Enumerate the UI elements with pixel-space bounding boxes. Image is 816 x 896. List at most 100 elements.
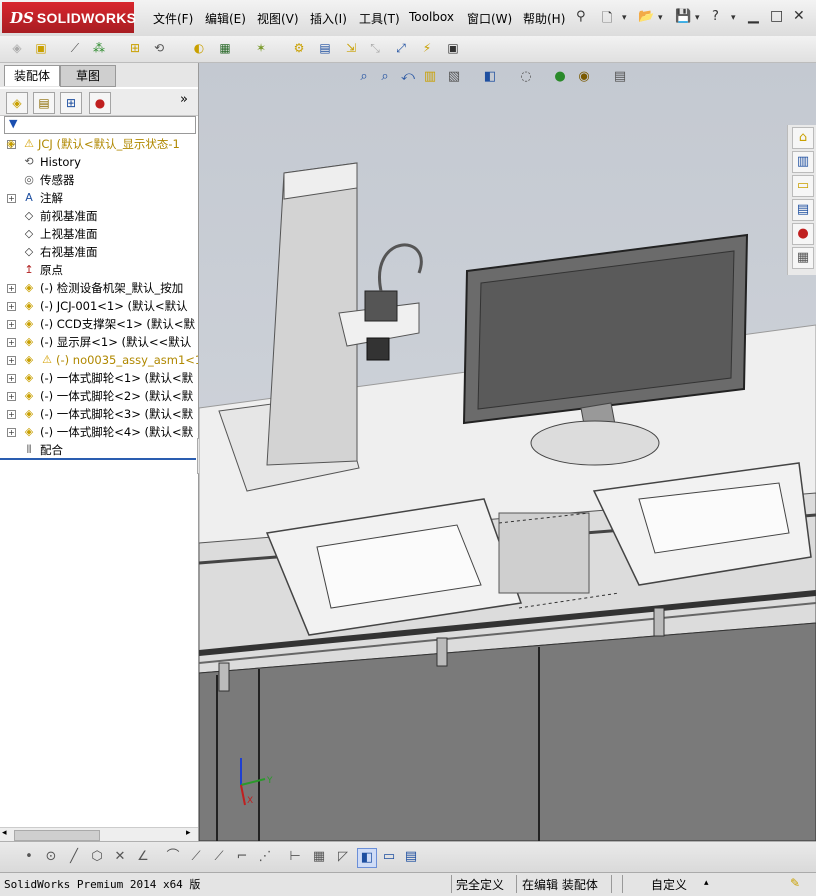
trim-icon[interactable]: ✕ [111, 848, 129, 866]
tab-assembly[interactable]: 装配体 [4, 65, 60, 86]
expand-toggle-icon[interactable]: + [7, 410, 16, 419]
tree-item[interactable]: + ◈ ⚠ (-) no0035_assy_asm1<1> [0, 351, 198, 369]
file-explorer-icon[interactable]: ▭ [792, 175, 814, 197]
units-dropdown-icon[interactable]: ▴ [704, 878, 709, 888]
polygon-icon[interactable]: ⬡ [88, 848, 106, 866]
table-icon[interactable]: ▤ [402, 848, 420, 866]
tree-item[interactable]: + ◈ (-) 一体式脚轮<3> (默认<默 [0, 405, 198, 423]
configuration-manager-icon[interactable]: ⊞ [60, 92, 82, 114]
tree-item[interactable]: + ◈ (-) 显示屏<1> (默认<<默认 [0, 333, 198, 351]
expand-toggle-icon[interactable]: + [7, 320, 16, 329]
tree-item[interactable]: + ◈ (-) JCJ-001<1> (默认<默认 [0, 297, 198, 315]
tree-item[interactable]: ◇ 上视基准面 [0, 225, 198, 243]
expand-toggle-icon[interactable]: + [7, 356, 16, 365]
open-folder-icon[interactable]: 📂 [638, 9, 654, 24]
menu-edit[interactable]: 编辑(E) [205, 10, 246, 27]
tree-item[interactable]: ↥ 原点 [0, 261, 198, 279]
hide-show-items-icon[interactable]: ◌ [517, 68, 535, 86]
relations-icon[interactable]: ◸ [334, 848, 352, 866]
appearances-scenes-icon[interactable]: ● [792, 223, 814, 245]
minimize-icon[interactable]: ▁ [748, 8, 759, 24]
edit-appearance-icon[interactable]: ● [551, 68, 569, 86]
tree-item[interactable]: + ◈ ⚠ JCJ (默认<默认_显示状态-1 [0, 135, 198, 153]
view-settings-icon[interactable]: ▤ [611, 68, 629, 86]
move-component-icon[interactable]: ⟲ [150, 39, 168, 57]
show-hidden-icon[interactable]: ◐ [190, 39, 208, 57]
point-icon[interactable]: • [20, 848, 38, 866]
circle-icon[interactable]: ⊙ [42, 848, 60, 866]
tree-filter-field[interactable]: ▼ [4, 116, 196, 134]
view-palette-icon[interactable]: ▤ [792, 199, 814, 221]
tree-item[interactable]: ◎ 传感器 [0, 171, 198, 189]
tree-item[interactable]: + A 注解 [0, 189, 198, 207]
tree-item[interactable]: + ◈ (-) 一体式脚轮<4> (默认<默 [0, 423, 198, 441]
zoom-to-fit-icon[interactable]: ⌕ [355, 68, 373, 86]
property-manager-icon[interactable]: ▤ [33, 92, 55, 114]
expand-toggle-icon[interactable]: + [7, 428, 16, 437]
explode-line-icon[interactable]: ⤡ [366, 39, 384, 57]
corner-rectangle-icon[interactable]: ⌐ [233, 848, 251, 866]
tree-item[interactable]: + ◈ (-) 一体式脚轮<1> (默认<默 [0, 369, 198, 387]
instant3d-icon[interactable]: ⤢ [392, 39, 410, 57]
save-dropdown-icon[interactable]: ▾ [695, 13, 700, 23]
menu-help[interactable]: 帮助(H) [523, 10, 565, 27]
construction-line-icon[interactable]: ⟋ [210, 848, 228, 866]
update-speedpak-icon[interactable]: ⚡ [418, 39, 436, 57]
help-dropdown-icon[interactable]: ▾ [731, 13, 736, 23]
section-view-icon[interactable]: ▥ [421, 68, 439, 86]
tree-item[interactable]: + ◈ (-) CCD支撑架<1> (默认<默 [0, 315, 198, 333]
custom-properties-icon[interactable]: ▦ [792, 247, 814, 269]
view-orientation-icon[interactable]: ▧ [445, 68, 463, 86]
status-units[interactable]: 自定义 [651, 876, 687, 893]
dimension-icon[interactable]: ⋰ [256, 848, 274, 866]
menu-view[interactable]: 视图(V) [257, 10, 299, 27]
linear-pattern-icon[interactable]: ⁂ [90, 39, 108, 57]
tree-item[interactable]: + ◈ (-) 一体式脚轮<2> (默认<默 [0, 387, 198, 405]
menu-insert[interactable]: 插入(I) [310, 10, 347, 27]
new-part-icon[interactable]: ▣ [32, 39, 50, 57]
zoom-to-area-icon[interactable]: ⌕ [376, 68, 394, 86]
exploded-view-icon[interactable]: ⇲ [342, 39, 360, 57]
rollback-bar[interactable] [0, 458, 196, 460]
grid-icon[interactable]: ▦ [310, 848, 328, 866]
angle-icon[interactable]: ∠ [134, 848, 152, 866]
insert-component-icon[interactable]: ◈ [8, 39, 26, 57]
scroll-right-icon[interactable]: ▸ [186, 828, 191, 838]
sketch-plane-icon[interactable]: ▭ [380, 848, 398, 866]
smart-fasteners-icon[interactable]: ⊞ [126, 39, 144, 57]
tree-item[interactable]: ◇ 右视基准面 [0, 243, 198, 261]
tree-item[interactable]: ⟲ History [0, 153, 198, 171]
take-snapshot-icon[interactable]: ▣ [444, 39, 462, 57]
smart-dimension-icon[interactable]: ⊢ [286, 848, 304, 866]
menu-file[interactable]: 文件(F) [153, 10, 193, 27]
arc-icon[interactable]: ⌒ [164, 848, 182, 866]
reference-geometry-icon[interactable]: ✶ [252, 39, 270, 57]
menu-tools[interactable]: 工具(T) [359, 10, 400, 27]
save-icon[interactable]: 💾 [675, 9, 691, 24]
new-dropdown-icon[interactable]: ▾ [622, 13, 627, 23]
new-motion-study-icon[interactable]: ⚙ [290, 39, 308, 57]
help-question-icon[interactable]: ? [712, 9, 719, 24]
3d-sketch-icon[interactable]: ◧ [357, 848, 377, 868]
bill-of-materials-icon[interactable]: ▤ [316, 39, 334, 57]
display-style-icon[interactable]: ◧ [481, 68, 499, 86]
solidworks-resources-icon[interactable]: ⌂ [792, 127, 814, 149]
menu-window[interactable]: 窗口(W) [467, 10, 512, 27]
close-icon[interactable]: ✕ [793, 8, 805, 24]
centerline-icon[interactable]: ⟋ [187, 848, 205, 866]
expand-toggle-icon[interactable]: + [7, 338, 16, 347]
rebuild-status-icon[interactable]: ✎ [790, 876, 800, 890]
tree-horizontal-scrollbar[interactable]: ◂ ▸ [0, 827, 198, 842]
expand-toggle-icon[interactable]: + [7, 392, 16, 401]
apply-scene-icon[interactable]: ◉ [575, 68, 593, 86]
scroll-left-icon[interactable]: ◂ [2, 828, 7, 838]
expand-toggle-icon[interactable]: + [7, 374, 16, 383]
expand-toggle-icon[interactable]: + [7, 302, 16, 311]
pin-icon[interactable]: ⚲ [576, 9, 586, 24]
tab-sketch[interactable]: 草图 [60, 65, 116, 87]
new-document-icon[interactable]: 🗋 [602, 9, 612, 31]
open-dropdown-icon[interactable]: ▾ [658, 13, 663, 23]
scroll-thumb[interactable] [14, 830, 100, 841]
mate-icon[interactable]: ⟋ [66, 39, 84, 57]
restore-icon[interactable]: □ [770, 8, 783, 24]
